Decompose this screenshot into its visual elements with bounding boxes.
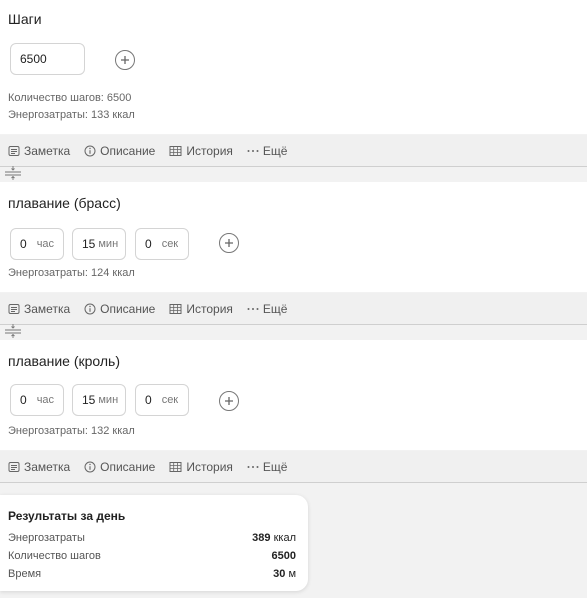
crawl-hours-input[interactable]: 0 час: [10, 384, 64, 416]
seconds-value: 0: [145, 393, 152, 407]
add-steps-button[interactable]: [115, 50, 135, 70]
steps-toolbar: Заметка Описание История Ещё: [0, 135, 587, 167]
more-label: Ещё: [262, 459, 288, 474]
add-crawl-button[interactable]: [219, 391, 239, 411]
steps-input[interactable]: 6500: [10, 43, 85, 75]
breaststroke-seconds-input[interactable]: 0 сек: [135, 228, 189, 260]
more-button[interactable]: Ещё: [247, 143, 288, 158]
minutes-value: 15: [82, 237, 96, 251]
minutes-value: 15: [82, 393, 96, 407]
more-dots-icon: [247, 465, 259, 468]
info-icon: [84, 461, 96, 472]
steps-title: Шаги: [8, 11, 42, 27]
breaststroke-energy-text: Энергозатраты: 124 ккал: [8, 267, 135, 279]
divider-handle-icon[interactable]: [4, 164, 22, 182]
results-row-energy: Энергозатраты 389 ккал: [8, 532, 296, 544]
history-label: История: [186, 301, 233, 316]
description-label: Описание: [100, 301, 156, 316]
add-circle-icon: [121, 56, 129, 64]
add-breaststroke-button[interactable]: [219, 233, 239, 253]
minutes-unit: мин: [98, 394, 119, 406]
add-circle-icon: [225, 239, 233, 247]
note-button[interactable]: Заметка: [8, 302, 70, 316]
steps-card: Шаги 6500 Количество шагов: 6500 Энергоз…: [0, 0, 587, 134]
seconds-value: 0: [145, 237, 152, 251]
seconds-unit: сек: [161, 394, 179, 406]
results-row-value: 389: [252, 532, 271, 544]
note-label: Заметка: [24, 143, 71, 158]
breaststroke-toolbar: Заметка Описание История Ещё: [0, 293, 587, 325]
results-row-time: Время 30 м: [8, 568, 296, 580]
note-icon: [8, 145, 20, 156]
description-button[interactable]: Описание: [84, 302, 155, 316]
results-row-unit: м: [288, 568, 296, 580]
note-icon: [8, 303, 20, 314]
description-button[interactable]: Описание: [84, 460, 155, 474]
hours-unit: час: [36, 394, 55, 406]
results-row-label: Время: [8, 568, 42, 580]
info-icon: [84, 145, 96, 156]
steps-count-text: Количество шагов: 6500: [8, 92, 132, 104]
hours-value: 0: [20, 237, 27, 251]
more-button[interactable]: Ещё: [247, 301, 288, 316]
seconds-unit: сек: [161, 238, 179, 250]
breaststroke-minutes-input[interactable]: 15 мин: [72, 228, 126, 260]
results-row-label: Количество шагов: [8, 550, 101, 562]
breaststroke-card: плавание (брасс) 0 час 15 мин 0 сек Энер…: [0, 182, 587, 292]
results-title: Результаты за день: [8, 509, 126, 523]
crawl-seconds-input[interactable]: 0 сек: [135, 384, 189, 416]
results-row-value: 30: [273, 568, 286, 580]
add-circle-icon: [225, 397, 233, 405]
results-row-steps: Количество шагов 6500: [8, 550, 296, 562]
daily-results-card: Результаты за день Энергозатраты 389 кка…: [0, 495, 308, 591]
more-dots-icon: [247, 307, 259, 310]
hours-value: 0: [20, 393, 27, 407]
description-button[interactable]: Описание: [84, 144, 155, 158]
history-button[interactable]: История: [169, 460, 233, 474]
history-label: История: [186, 459, 233, 474]
results-row-label: Энергозатраты: [8, 532, 85, 544]
breaststroke-hours-input[interactable]: 0 час: [10, 228, 64, 260]
table-icon: [169, 145, 182, 156]
crawl-toolbar: Заметка Описание История Ещё: [0, 451, 587, 483]
steps-input-value: 6500: [20, 52, 47, 66]
results-row-value: 6500: [271, 550, 296, 562]
table-icon: [169, 461, 182, 472]
description-label: Описание: [100, 459, 156, 474]
table-icon: [169, 303, 182, 314]
crawl-energy-text: Энергозатраты: 132 ккал: [8, 425, 135, 437]
note-button[interactable]: Заметка: [8, 144, 70, 158]
minutes-unit: мин: [98, 238, 119, 250]
description-label: Описание: [100, 143, 156, 158]
results-row-unit: ккал: [273, 532, 296, 544]
info-icon: [84, 303, 96, 314]
crawl-card: плавание (кроль) 0 час 15 мин 0 сек Энер…: [0, 340, 587, 450]
hours-unit: час: [36, 238, 55, 250]
more-button[interactable]: Ещё: [247, 459, 288, 474]
breaststroke-title: плавание (брасс): [8, 195, 121, 211]
note-button[interactable]: Заметка: [8, 460, 70, 474]
steps-energy-text: Энергозатраты: 133 ккал: [8, 109, 135, 121]
history-button[interactable]: История: [169, 144, 233, 158]
note-icon: [8, 461, 20, 472]
divider-handle-icon[interactable]: [4, 322, 22, 340]
more-label: Ещё: [262, 301, 288, 316]
history-label: История: [186, 143, 233, 158]
note-label: Заметка: [24, 301, 71, 316]
history-button[interactable]: История: [169, 302, 233, 316]
crawl-minutes-input[interactable]: 15 мин: [72, 384, 126, 416]
more-label: Ещё: [262, 143, 288, 158]
note-label: Заметка: [24, 459, 71, 474]
more-dots-icon: [247, 149, 259, 152]
crawl-title: плавание (кроль): [8, 353, 121, 369]
